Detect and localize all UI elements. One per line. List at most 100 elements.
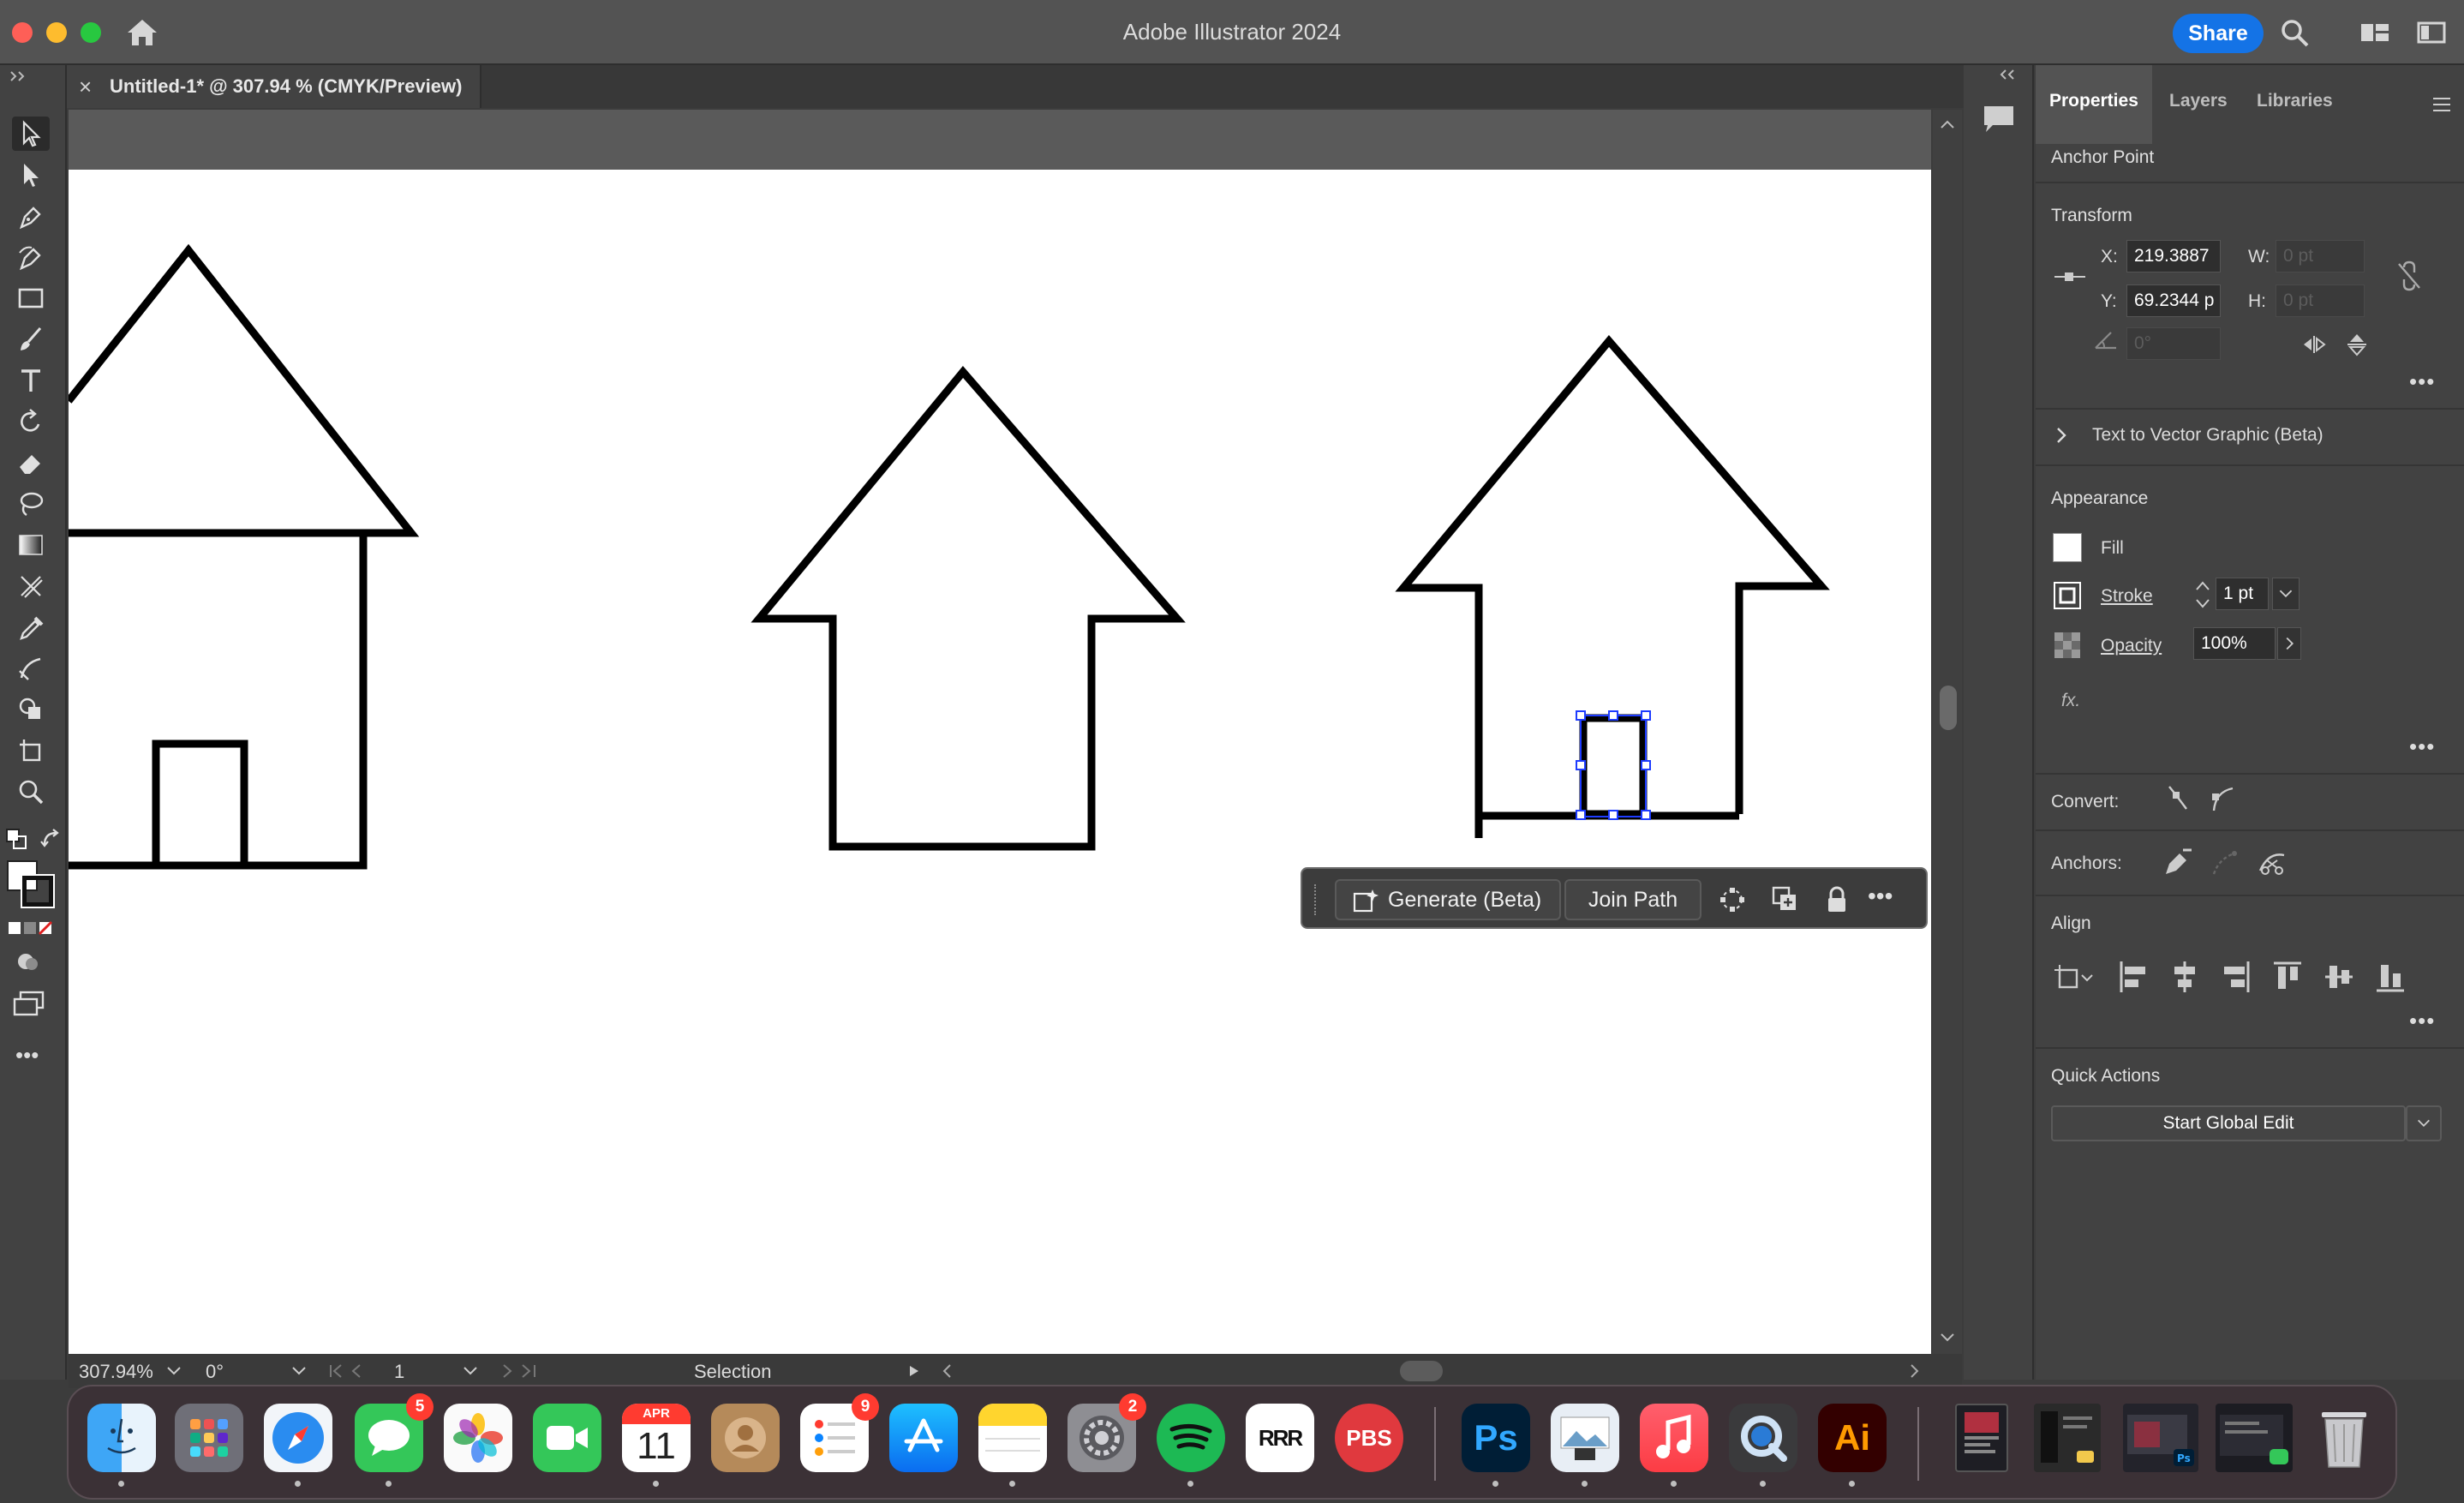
duplicate-icon[interactable] (1770, 884, 1801, 915)
effects-fx-icon[interactable]: fx. (2061, 691, 2080, 711)
scroll-up-icon[interactable] (1940, 118, 1955, 130)
stroke-label[interactable]: Stroke (2101, 586, 2153, 607)
minimized-window-3[interactable]: Ps (2123, 1404, 2198, 1472)
artboard-number[interactable]: 1 (394, 1361, 404, 1383)
tab-layers[interactable]: Layers (2169, 91, 2228, 111)
align-vertical-center-icon[interactable] (2323, 960, 2354, 994)
quicktime-icon[interactable] (1729, 1404, 1797, 1472)
artboard-dropdown-icon[interactable] (463, 1366, 478, 1376)
workspace-switcher-icon[interactable] (2359, 17, 2390, 48)
stroke-weight-stepper-icon[interactable] (2193, 578, 2212, 612)
angle-input[interactable]: 0° (2126, 327, 2221, 360)
artboard-tool[interactable] (12, 734, 50, 768)
type-tool[interactable] (12, 363, 50, 398)
start-global-edit-button[interactable]: Start Global Edit (2051, 1105, 2406, 1141)
illustrator-icon[interactable]: Ai (1818, 1404, 1887, 1472)
generate-beta-button[interactable]: Generate (Beta) (1335, 879, 1561, 920)
rrr-icon[interactable]: RRR (1246, 1404, 1314, 1472)
vertical-scrollbar[interactable] (1933, 110, 1962, 1354)
mesh-tool[interactable] (12, 569, 50, 603)
house-drawing-3[interactable] (1395, 335, 1830, 838)
convert-to-corner-icon[interactable] (2164, 783, 2192, 814)
stroke-swatch[interactable] (21, 874, 55, 908)
house-drawing-1[interactable] (69, 243, 420, 870)
finder-icon[interactable] (87, 1404, 156, 1472)
rectangle-tool[interactable] (12, 281, 50, 315)
comments-icon[interactable] (1981, 103, 2017, 137)
collapse-toolbar-icon[interactable] (9, 70, 29, 82)
system-settings-icon[interactable]: 2 (1068, 1393, 1146, 1472)
pen-tool[interactable] (12, 199, 50, 233)
contacts-icon[interactable] (711, 1404, 780, 1472)
join-path-button[interactable]: Join Path (1564, 879, 1701, 920)
opacity-expand-icon[interactable] (2277, 627, 2301, 660)
horizontal-scroll-thumb[interactable] (1400, 1361, 1443, 1381)
close-document-icon[interactable]: × (79, 74, 92, 100)
gradient-tool[interactable] (12, 528, 50, 562)
zoom-tool[interactable] (12, 775, 50, 809)
shape-builder-tool[interactable] (12, 692, 50, 727)
minimized-window-1[interactable] (1955, 1404, 2008, 1472)
minimized-window-2[interactable] (2034, 1404, 2101, 1472)
rotation-dropdown-icon[interactable] (291, 1366, 307, 1376)
music-icon[interactable] (1640, 1404, 1708, 1472)
flip-horizontal-icon[interactable] (2301, 334, 2327, 355)
preview-icon[interactable] (1551, 1404, 1619, 1472)
flip-vertical-icon[interactable] (2346, 332, 2368, 356)
stroke-color-swatch[interactable] (2053, 581, 2082, 610)
share-button[interactable]: Share (2173, 14, 2264, 53)
zoom-level[interactable]: 307.94% (79, 1361, 153, 1383)
artwork[interactable] (69, 170, 1931, 1354)
lock-icon[interactable] (1821, 884, 1852, 915)
edit-toolbar-icon[interactable]: ••• (15, 1042, 39, 1069)
default-fill-stroke-icon[interactable] (5, 828, 29, 852)
lasso-tool[interactable] (12, 487, 50, 521)
color-mode-icons[interactable] (7, 920, 55, 937)
zoom-dropdown-icon[interactable] (166, 1366, 182, 1376)
artboard-next-nav-icon[interactable] (497, 1362, 548, 1380)
expand-chevron-icon[interactable] (2054, 425, 2068, 446)
fill-color-swatch[interactable] (2053, 533, 2082, 562)
launchpad-icon[interactable] (175, 1404, 243, 1472)
scroll-left-icon[interactable] (941, 1362, 954, 1380)
trash-icon[interactable] (2310, 1404, 2378, 1472)
house-drawing-2[interactable] (751, 366, 1186, 851)
photos-icon[interactable] (444, 1404, 512, 1472)
vertical-scroll-thumb[interactable] (1940, 686, 1957, 730)
stroke-weight-input[interactable]: 1 pt (2216, 578, 2269, 610)
transform-more-options-icon[interactable]: ••• (2409, 368, 2435, 395)
status-menu-arrow-icon[interactable] (908, 1364, 920, 1378)
align-left-icon[interactable] (2118, 960, 2149, 994)
spotify-icon[interactable] (1157, 1404, 1225, 1472)
align-right-icon[interactable] (2221, 960, 2252, 994)
curvature-tool[interactable] (12, 240, 50, 274)
draw-mode-icon[interactable] (14, 948, 43, 977)
app-store-icon[interactable] (889, 1404, 958, 1472)
h-input[interactable]: 0 pt (2276, 284, 2365, 317)
facetime-icon[interactable] (533, 1404, 601, 1472)
panel-menu-icon[interactable] (2431, 96, 2452, 113)
align-more-options-icon[interactable]: ••• (2409, 1008, 2435, 1034)
search-icon[interactable] (2279, 17, 2310, 48)
remove-anchor-icon[interactable] (2161, 845, 2195, 879)
calendar-icon[interactable]: APR 11 (622, 1404, 691, 1472)
messages-icon[interactable]: 5 (355, 1393, 434, 1472)
stroke-weight-dropdown-icon[interactable] (2272, 578, 2300, 610)
anchor-points-icon[interactable] (1717, 884, 1748, 915)
y-input[interactable]: 69.2344 p (2126, 284, 2221, 317)
scroll-right-icon[interactable] (1907, 1362, 1921, 1380)
screen-mode-icon[interactable] (12, 991, 46, 1016)
opacity-label[interactable]: Opacity (2101, 636, 2162, 656)
paintbrush-tool[interactable] (12, 322, 50, 356)
selection-tool[interactable] (12, 117, 50, 151)
document-tab[interactable]: × Untitled-1* @ 307.94 % (CMYK/Preview) (67, 65, 481, 108)
eyedropper-tool[interactable] (12, 610, 50, 644)
global-edit-options-icon[interactable] (2406, 1105, 2442, 1141)
eraser-tool[interactable] (12, 446, 50, 480)
notes-icon[interactable] (978, 1404, 1047, 1472)
cut-at-anchor-icon[interactable] (2255, 845, 2289, 879)
w-input[interactable]: 0 pt (2276, 240, 2365, 272)
reference-point-icon[interactable] (2053, 267, 2087, 286)
artboard-prev-nav-icon[interactable] (327, 1362, 396, 1380)
collapse-dock-icon[interactable] (1998, 69, 2017, 81)
